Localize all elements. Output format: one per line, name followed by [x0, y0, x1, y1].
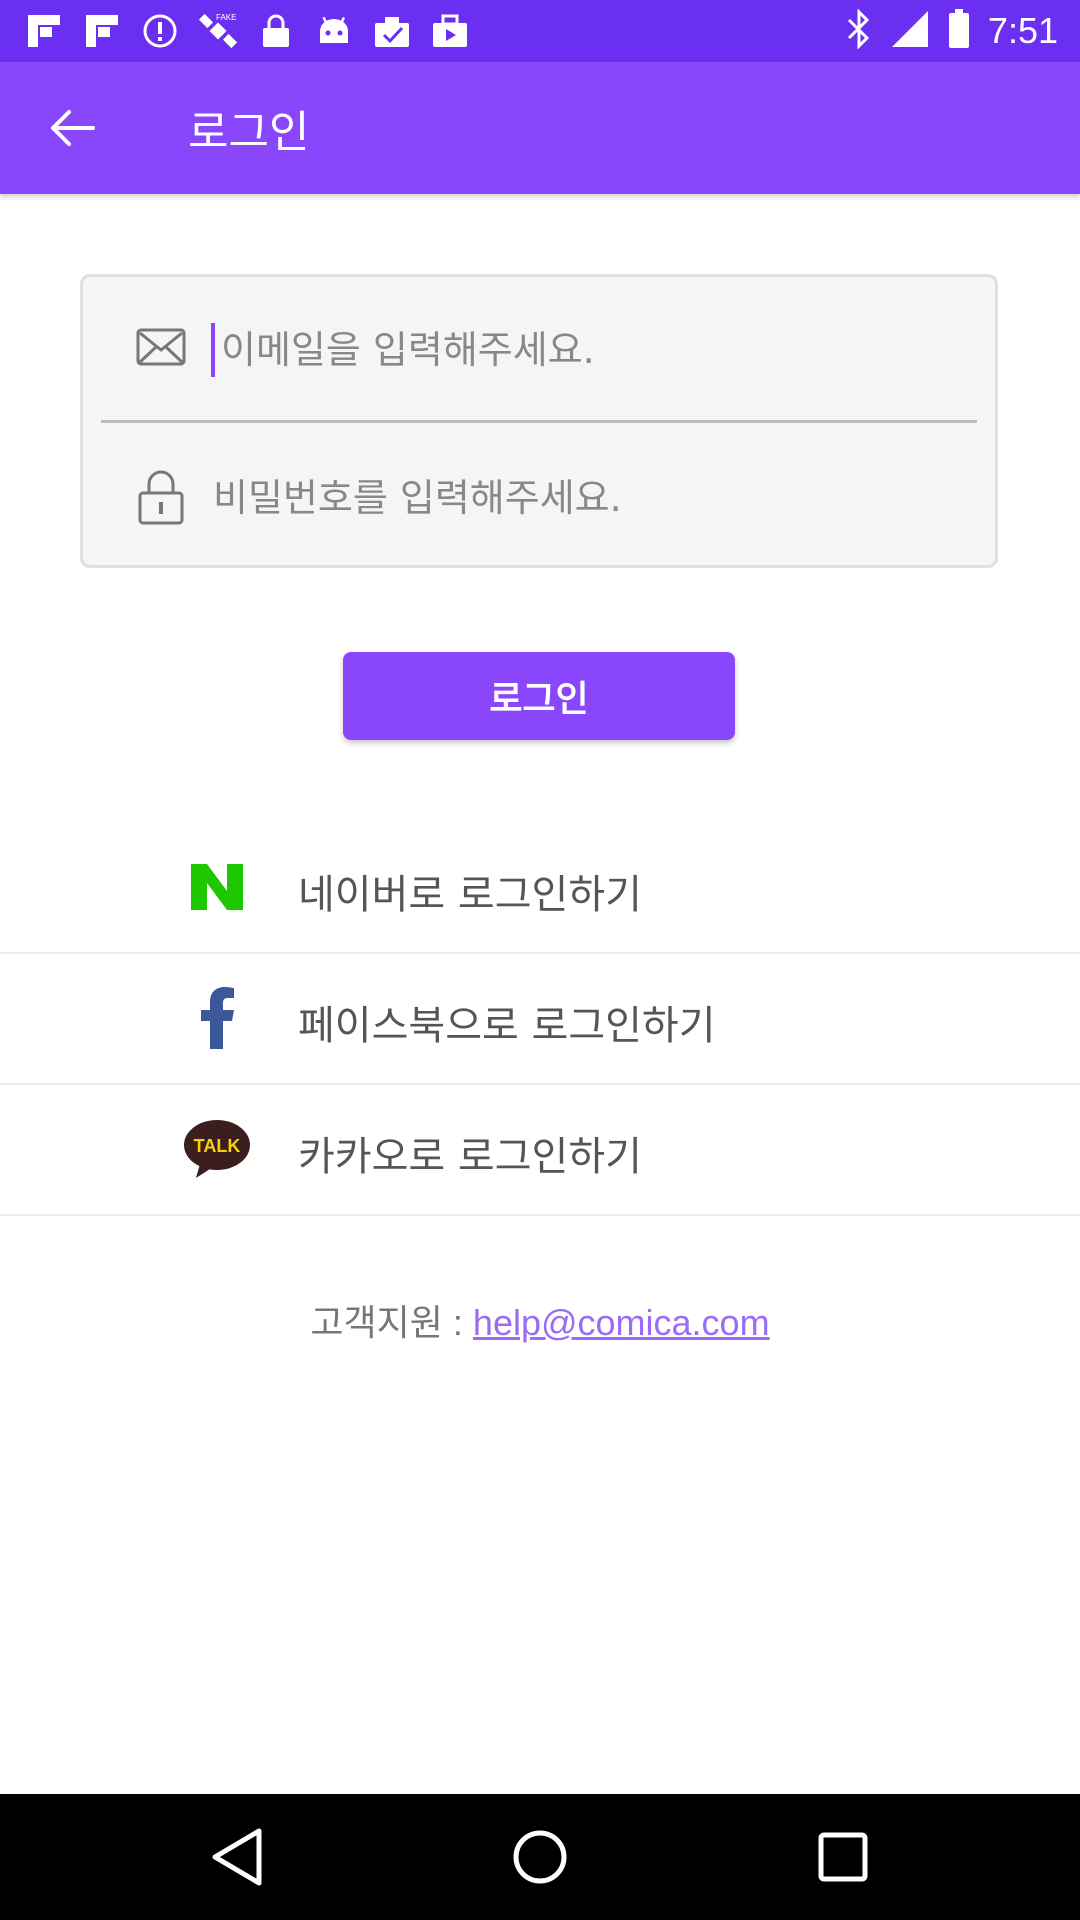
text-caret	[211, 323, 215, 377]
envelope-icon	[136, 328, 186, 366]
recents-square-icon[interactable]	[806, 1820, 880, 1894]
login-button[interactable]: 로그인	[343, 652, 735, 740]
svg-text:TALK: TALK	[194, 1136, 241, 1156]
password-field-row	[83, 425, 995, 565]
back-triangle-icon[interactable]	[200, 1820, 274, 1894]
lock-icon	[256, 11, 296, 51]
support-label: 고객지원 :	[310, 1302, 473, 1343]
status-bar: FAKE 7:51	[0, 0, 1080, 62]
naver-login-row[interactable]: 네이버로 로그인하기	[0, 822, 1080, 954]
flipboard-icon	[24, 11, 64, 51]
page-title: 로그인	[188, 107, 310, 158]
back-button[interactable]	[32, 92, 112, 164]
lock-icon	[138, 470, 184, 525]
svg-text:FAKE: FAKE	[216, 13, 236, 22]
notification-icons: FAKE	[24, 10, 470, 52]
password-input[interactable]	[211, 465, 915, 531]
briefcase-play-icon	[430, 11, 470, 51]
email-field-row	[83, 277, 995, 417]
system-icons: 7:51	[846, 8, 1058, 54]
kakaotalk-icon: TALK	[182, 1119, 252, 1179]
naver-login-label: 네이버로 로그인하기	[298, 872, 642, 918]
home-circle-icon[interactable]	[503, 1820, 577, 1894]
signal-icon	[890, 9, 930, 53]
naver-icon	[182, 857, 252, 917]
field-divider	[101, 420, 977, 423]
battery-icon	[948, 9, 970, 53]
navigation-bar	[0, 1794, 1080, 1920]
kakao-login-label: 카카오로 로그인하기	[298, 1134, 642, 1180]
facebook-icon	[182, 987, 252, 1049]
bluetooth-icon	[846, 8, 872, 53]
status-time: 7:51	[987, 10, 1058, 51]
flipboard-icon	[82, 11, 122, 51]
fake-gps-satellite-icon: FAKE	[198, 11, 238, 51]
clipboard-check-icon	[372, 11, 412, 51]
support-email-link[interactable]: help@comica.com	[473, 1302, 770, 1343]
alert-circle-icon	[140, 11, 180, 51]
email-input[interactable]	[219, 317, 923, 383]
app-bar: 로그인	[0, 62, 1080, 194]
android-icon	[314, 11, 354, 51]
arrow-left-icon	[51, 110, 95, 146]
kakao-login-row[interactable]: TALK 카카오로 로그인하기	[0, 1084, 1080, 1216]
login-form	[80, 274, 998, 568]
customer-support: 고객지원 : help@comica.com	[0, 1294, 1080, 1346]
facebook-login-row[interactable]: 페이스북으로 로그인하기	[0, 953, 1080, 1085]
facebook-login-label: 페이스북으로 로그인하기	[298, 1003, 716, 1049]
